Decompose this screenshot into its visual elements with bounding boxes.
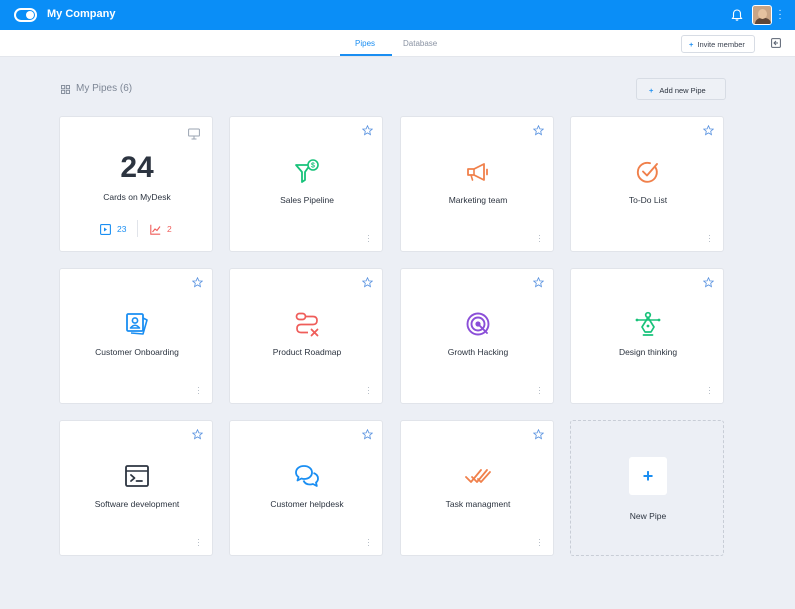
id-card-icon — [126, 313, 148, 335]
more-options-icon[interactable]: · · · — [367, 536, 370, 550]
more-menu-icon[interactable]: · · · — [778, 6, 782, 24]
top-bar: My Company · · · — [0, 0, 795, 30]
add-new-pipe-label: Add new Pipe — [659, 86, 706, 95]
pipe-name: Product Roadmap — [272, 347, 342, 357]
more-options-icon[interactable]: · · · — [538, 384, 541, 398]
pipe-name: Design thinking — [618, 347, 678, 357]
pipe-name: Marketing team — [448, 195, 508, 205]
calendar-icon — [100, 224, 111, 235]
star-icon[interactable] — [703, 277, 714, 288]
double-check-icon — [465, 469, 491, 483]
pipe-card-marketing-team[interactable]: Marketing team · · · — [400, 116, 554, 252]
more-options-icon[interactable]: · · · — [367, 232, 370, 246]
cards-count: 24 — [120, 151, 154, 184]
section-title-label: My Pipes (6) — [76, 83, 133, 94]
sub-navigation: Pipes Database — [0, 30, 795, 57]
target-icon — [466, 312, 490, 336]
pipe-name: Customer helpdesk — [270, 499, 344, 509]
more-options-icon[interactable]: · · · — [197, 384, 200, 398]
pipe-name: Task managment — [445, 499, 511, 509]
plus-icon: + — [689, 40, 694, 49]
pipe-card-task-managment[interactable]: Task managment · · · — [400, 420, 554, 556]
route-icon — [295, 312, 319, 337]
pipe-name: To-Do List — [628, 195, 668, 205]
invite-member-label: Invite member — [697, 40, 745, 49]
cards-count-label: Cards on MyDesk — [103, 192, 171, 202]
more-options-icon[interactable]: · · · — [538, 232, 541, 246]
invite-member-button[interactable]: + Invite member — [681, 35, 755, 53]
pipe-name: Sales Pipeline — [280, 195, 334, 205]
divider — [137, 220, 138, 237]
star-icon[interactable] — [362, 429, 373, 440]
check-circle-icon — [636, 161, 658, 183]
logo-icon[interactable] — [14, 8, 37, 22]
pipe-card-design-thinking[interactable]: Design thinking · · · — [570, 268, 724, 404]
pipe-name: Growth Hacking — [447, 347, 509, 357]
active-tab-indicator — [340, 54, 392, 56]
pen-nib-icon — [635, 311, 661, 336]
new-pipe-label: New Pipe — [629, 511, 667, 521]
section-title: My Pipes (6) — [61, 83, 132, 94]
add-pipe-plus-icon[interactable]: + — [629, 457, 667, 495]
star-icon[interactable] — [533, 277, 544, 288]
plus-icon: + — [649, 86, 654, 95]
chart-icon — [150, 224, 161, 235]
more-options-icon[interactable]: · · · — [538, 536, 541, 550]
stat-active[interactable]: 23 — [117, 224, 126, 234]
megaphone-icon — [467, 163, 488, 181]
pipe-card-sales-pipeline[interactable]: $ Sales Pipeline · · · — [229, 116, 383, 252]
pipe-name: Software development — [94, 499, 180, 509]
add-new-pipe-button[interactable]: + Add new Pipe — [636, 78, 726, 100]
monitor-icon[interactable] — [188, 128, 200, 140]
terminal-icon — [125, 465, 149, 487]
bell-icon[interactable] — [730, 8, 744, 22]
more-options-icon[interactable]: · · · — [367, 384, 370, 398]
company-name[interactable]: My Company — [47, 8, 115, 20]
stat-late[interactable]: 2 — [167, 224, 172, 234]
star-icon[interactable] — [362, 277, 373, 288]
exit-icon[interactable] — [771, 38, 781, 48]
more-options-icon[interactable]: · · · — [708, 384, 711, 398]
tab-database[interactable]: Database — [403, 39, 437, 48]
funnel-dollar-icon: $ — [295, 159, 319, 183]
tab-pipes[interactable]: Pipes — [355, 39, 375, 48]
chat-bubbles-icon — [295, 465, 319, 487]
pipe-card-product-roadmap[interactable]: Product Roadmap · · · — [229, 268, 383, 404]
summary-card[interactable]: 24 Cards on MyDesk 23 2 — [59, 116, 213, 252]
pipe-card-to-do-list[interactable]: To-Do List · · · — [570, 116, 724, 252]
star-icon[interactable] — [703, 125, 714, 136]
star-icon[interactable] — [533, 429, 544, 440]
pipe-card-software-development[interactable]: Software development · · · — [59, 420, 213, 556]
pipe-card-growth-hacking[interactable]: Growth Hacking · · · — [400, 268, 554, 404]
star-icon[interactable] — [192, 277, 203, 288]
more-options-icon[interactable]: · · · — [708, 232, 711, 246]
star-icon[interactable] — [362, 125, 373, 136]
more-options-icon[interactable]: · · · — [197, 536, 200, 550]
star-icon[interactable] — [533, 125, 544, 136]
pipe-card-customer-helpdesk[interactable]: Customer helpdesk · · · — [229, 420, 383, 556]
avatar[interactable] — [752, 5, 772, 25]
star-icon[interactable] — [192, 429, 203, 440]
pipe-name: Customer Onboarding — [95, 347, 179, 357]
new-pipe-card[interactable]: + New Pipe — [570, 420, 724, 556]
pipe-card-customer-onboarding[interactable]: Customer Onboarding · · · — [59, 268, 213, 404]
svg-text:$: $ — [311, 163, 315, 170]
